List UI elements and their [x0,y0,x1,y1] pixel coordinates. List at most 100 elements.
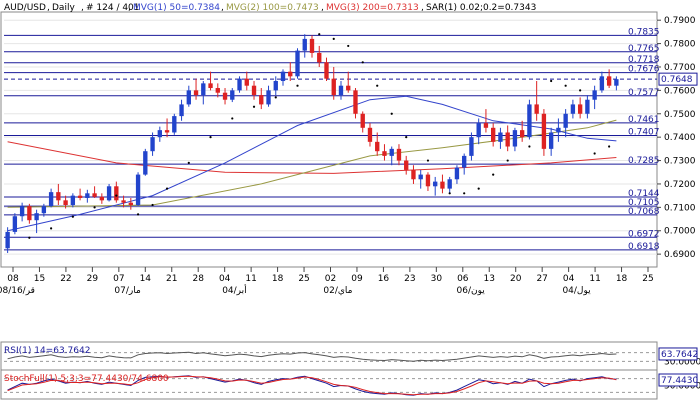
candle-body [63,200,68,206]
legend-mvg2: MVG(2) 100=0.7473 [226,3,319,13]
sar-dot [593,152,596,155]
sar-dot [318,33,321,36]
candle-body [331,78,336,96]
candle-body [193,90,199,96]
level-label: 0.7461 [628,115,660,125]
x-tick-label: 29 [87,274,99,284]
candle-body [440,181,445,189]
month-label: 02/ماي [323,286,352,296]
month-label: 04/يول [562,286,591,296]
y-tick-label: 0.6900 [664,250,696,260]
sar-dot [347,44,350,48]
sar-dot [564,84,567,87]
candle-body [237,78,242,91]
candle-body [135,174,141,206]
candle-body [309,38,315,53]
candle-body [433,181,438,187]
sar-dot [93,206,96,209]
candle-body [150,137,155,152]
candle-body [48,192,54,207]
candle-body [128,202,133,206]
y-tick-label: 0.7400 [664,133,696,143]
legend-bars: # 124 / 401 [86,3,140,13]
sar-dot [332,37,335,41]
x-tick-label: 18 [272,274,284,284]
candle-body [27,206,32,221]
candle-body [324,62,329,79]
candle-body [367,127,373,142]
level-label: 0.7407 [628,128,660,138]
legend-symbol: AUD/USD [4,3,46,13]
chart-canvas: 0.7835 0.77650.77180.7676 0.7577 0.7461 0.74… [0,3,700,400]
rsi-title: RSI(1) 14=63.7642 [4,346,90,356]
x-tick-label: 28 [192,274,204,284]
x-tick-label: 16 [378,274,390,284]
candle-body [92,193,97,197]
sar-dot [115,194,118,197]
candle-body [179,104,184,117]
sar-dot [209,136,212,139]
candle-body [353,90,358,114]
x-tick-label: 15 [34,274,45,284]
candle-body [534,104,539,114]
sar-dot [550,79,553,83]
candle-body [12,216,18,232]
y-tick-label: 0.7100 [664,203,696,213]
candle-body [519,130,525,138]
candle-body [259,95,264,105]
candle-body [527,104,532,138]
candle-body [230,90,235,100]
candle-body [462,155,467,168]
sar-dot [405,136,408,139]
sar-dot [426,159,430,162]
legend-sar: SAR(1) 0.02;0.2=0.7343 [426,3,536,13]
candle-body [606,76,612,86]
x-tick-label: 25 [298,274,309,284]
candle-body [614,79,619,86]
x-tick-label: 20 [510,274,522,284]
candle-body [34,213,39,221]
sar-dot [506,159,509,162]
level-label: 0.7718 [628,55,660,65]
level-label: 0.6972 [628,229,660,239]
candle-body [476,123,481,138]
price-axis: 0.7900 0.7800 0.7700 0.7600 0.7500 0.7400 0.73… [657,16,696,260]
candle-body [548,132,554,149]
candle-body [563,113,568,128]
candle-body [512,130,518,147]
sar-dot [187,161,190,164]
x-tick-label: 11 [245,274,256,284]
sar-dot [492,173,495,176]
x-tick-label: 04 [219,274,231,284]
candle-body [172,116,177,133]
indicator-value-label: 63.7642 [661,350,698,360]
level-label: 0.7577 [628,88,660,98]
svg-text:,: , [128,3,131,13]
candle-body [273,81,278,91]
x-tick-label: 13 [484,274,495,284]
stoch-title: StochFull(1) 5;3;3=77.4430/74.6800 [4,374,169,384]
y-tick-label: 0.7900 [664,16,696,26]
level-label: 0.7765 [628,44,660,54]
candle-body [164,130,170,133]
candle-body [251,85,257,96]
candle-body [491,127,496,142]
candle-body [215,88,220,93]
y-tick-label: 0.7300 [664,157,696,167]
y-tick-label: 0.7200 [664,180,696,190]
candle-body [5,231,10,249]
candle-body [469,137,474,156]
candle-body [375,141,380,152]
candle-body [454,167,460,180]
candle-body [99,196,105,201]
candle-body [346,85,351,91]
legend-mvg1: MVG(1) 50=0.7384 [133,3,220,13]
x-tick-label: 06 [457,274,469,284]
level-label: 0.7835 [628,27,660,37]
candle-body [404,160,409,170]
sar-dot [448,192,451,195]
candle-body [585,99,590,114]
candle-body [505,132,510,147]
x-tick-label: 22 [60,274,71,284]
sar-dot [463,192,466,195]
